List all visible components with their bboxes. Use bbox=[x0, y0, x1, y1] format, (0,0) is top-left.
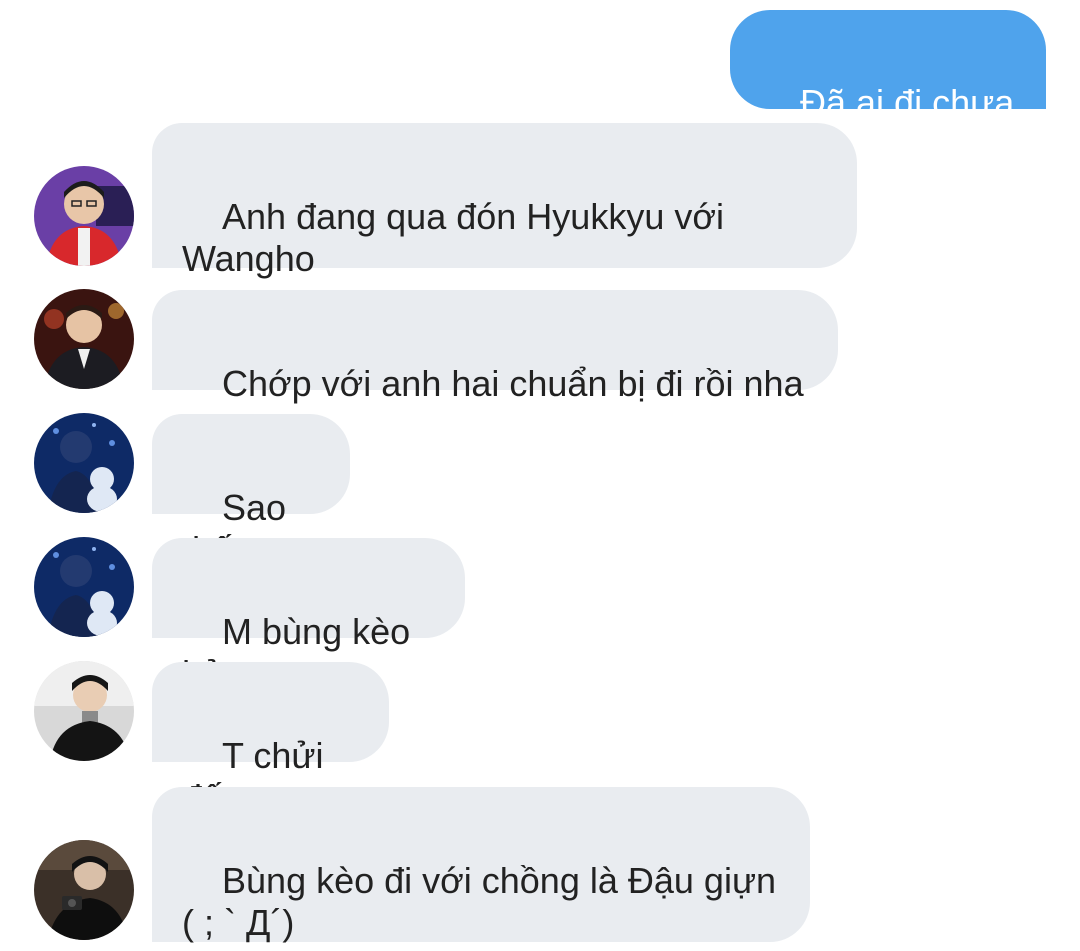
avatar-dark-camera[interactable] bbox=[34, 840, 134, 940]
message-text: Chớp với anh hai chuẩn bị đi rồi nha bbox=[222, 363, 804, 404]
avatar-blue-plush[interactable] bbox=[34, 413, 134, 513]
incoming-message-bubble[interactable]: T chửi đấy bbox=[152, 662, 389, 818]
incoming-message-bubble[interactable]: Bùng kèo đi với chồng là Đậu giựn ( ; ` … bbox=[152, 787, 810, 943]
avatar-turtleneck[interactable] bbox=[34, 661, 134, 761]
chat-thread: Đã ai đi chưa ạ Anh đang qua đón Hyukkyu… bbox=[0, 0, 1080, 951]
avatar-blue-plush[interactable] bbox=[34, 537, 134, 637]
avatar-red-jacket[interactable] bbox=[34, 166, 134, 266]
avatar-dark-suit[interactable] bbox=[34, 289, 134, 389]
incoming-message-bubble[interactable]: Chớp với anh hai chuẩn bị đi rồi nha bbox=[152, 290, 838, 404]
outgoing-message-bubble[interactable]: Đã ai đi chưa ạ bbox=[730, 10, 1046, 165]
message-text: Anh đang qua đón Hyukkyu với Wangho bbox=[182, 196, 724, 279]
message-text: Bùng kèo đi với chồng là Đậu giựn ( ; ` … bbox=[182, 860, 777, 943]
incoming-message-bubble[interactable]: Anh đang qua đón Hyukkyu với Wangho bbox=[152, 123, 857, 279]
incoming-message-bubble[interactable]: M bùng kèo hả bbox=[152, 538, 465, 694]
incoming-message-bubble[interactable]: Sao thế bbox=[152, 414, 350, 570]
